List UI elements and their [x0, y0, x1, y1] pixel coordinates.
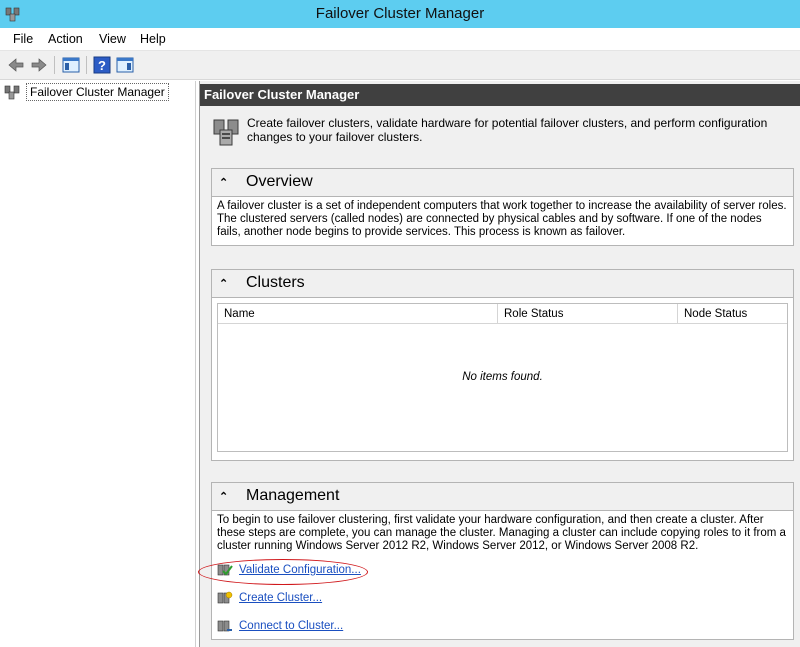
menu-file[interactable]: File [13, 32, 33, 46]
svg-text:?: ? [98, 58, 106, 73]
collapse-chevron-icon[interactable]: ⌃ [219, 490, 228, 503]
menu-help[interactable]: Help [140, 32, 166, 46]
tree-item-failover-cluster-manager[interactable]: Failover Cluster Manager [4, 83, 169, 101]
management-text: To begin to use failover clustering, fir… [217, 514, 786, 552]
title-bar: Failover Cluster Manager [0, 0, 800, 28]
toolbar-separator [54, 56, 55, 74]
overview-title: Overview [246, 173, 313, 190]
highlight-ellipse [198, 559, 368, 585]
show-hide-action-pane-icon[interactable] [115, 55, 135, 75]
column-name[interactable]: Name [218, 304, 498, 324]
connect-cluster-icon [217, 620, 232, 632]
overview-body: A failover cluster is a set of independe… [212, 197, 793, 245]
menu-view[interactable]: View [99, 32, 126, 46]
console-tree: Failover Cluster Manager [0, 81, 196, 647]
clusters-list[interactable]: Name Role Status Node Status No items fo… [217, 303, 788, 452]
clusters-title: Clusters [246, 274, 305, 291]
show-hide-console-tree-icon[interactable] [61, 55, 81, 75]
menu-bar: File Action View Help [0, 28, 800, 51]
overview-section: ⌃ Overview A failover cluster is a set o… [211, 168, 794, 246]
management-title: Management [246, 487, 340, 504]
intro-text: Create failover clusters, validate hardw… [247, 116, 768, 144]
clusters-section: ⌃ Clusters Name Role Status Node Status … [211, 269, 794, 461]
forward-arrow-icon[interactable] [29, 55, 49, 75]
create-cluster-link[interactable]: Create Cluster... [217, 589, 322, 607]
column-node-status[interactable]: Node Status [678, 304, 787, 324]
toolbar-separator [86, 56, 87, 74]
collapse-chevron-icon[interactable]: ⌃ [219, 277, 228, 290]
overview-text: A failover cluster is a set of independe… [217, 200, 787, 238]
help-icon[interactable]: ? [92, 55, 112, 75]
create-cluster-text[interactable]: Create Cluster... [239, 592, 322, 604]
clusters-body: Name Role Status Node Status No items fo… [212, 298, 793, 460]
empty-message: No items found. [462, 371, 543, 383]
menu-action[interactable]: Action [48, 32, 83, 46]
failover-cluster-icon [213, 119, 239, 146]
column-role-status[interactable]: Role Status [498, 304, 678, 324]
overview-header[interactable]: ⌃ Overview [212, 169, 793, 197]
cluster-icon [4, 85, 20, 100]
connect-to-cluster-text[interactable]: Connect to Cluster... [239, 620, 343, 632]
management-header[interactable]: ⌃ Management [212, 483, 793, 511]
tree-item-label: Failover Cluster Manager [26, 83, 169, 101]
toolbar: ? [0, 51, 800, 80]
window-title: Failover Cluster Manager [315, 5, 485, 22]
pane-header: Failover Cluster Manager [200, 84, 800, 106]
clusters-header[interactable]: ⌃ Clusters [212, 270, 793, 298]
create-cluster-icon [217, 591, 233, 604]
collapse-chevron-icon[interactable]: ⌃ [219, 176, 228, 189]
connect-to-cluster-link[interactable]: Connect to Cluster... [217, 617, 343, 635]
back-arrow-icon[interactable] [6, 55, 26, 75]
